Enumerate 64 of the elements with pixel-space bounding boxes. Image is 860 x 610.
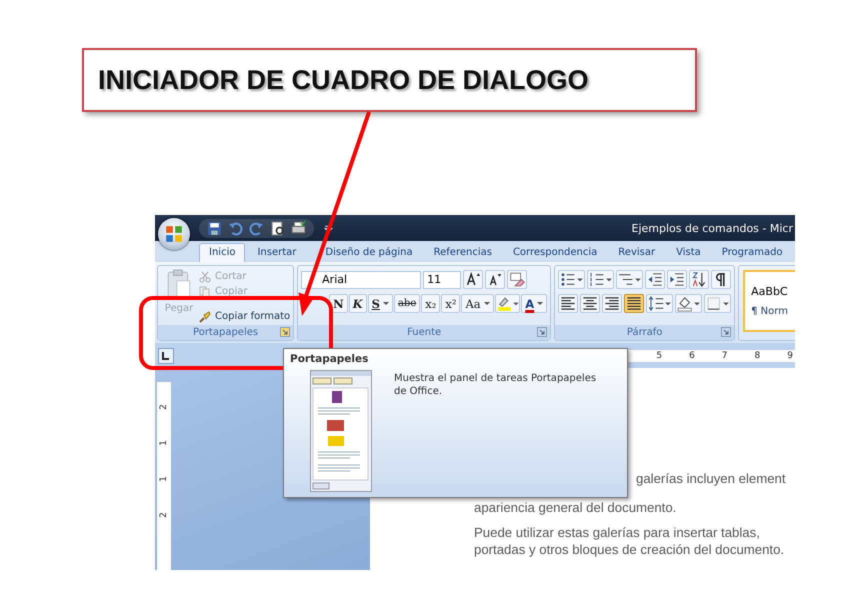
clear-formatting-icon[interactable] [507,270,528,289]
undo-icon[interactable] [228,220,243,236]
clipboard-command[interactable]: Copiar formato [199,309,290,324]
pilcrow-icon[interactable] [711,270,732,289]
decrease-indent-icon[interactable] [645,270,666,289]
office-logo-icon [165,225,183,243]
ribbon-tab[interactable]: Diseño de página [316,244,422,262]
ribbon-tab[interactable]: Inicio [199,243,246,262]
grow-font-icon[interactable] [463,270,484,289]
format-button[interactable]: abe [394,294,420,313]
highlighter-icon[interactable] [494,294,520,313]
scissors-icon [199,270,211,282]
ribbon-tab[interactable]: Referencias [424,244,501,262]
format-button[interactable]: S [368,294,393,313]
style-gallery-item[interactable]: AaBbC ¶ Norm [743,270,795,332]
ribbon-tab[interactable]: Correspondencia [504,244,606,262]
ribbon-tab[interactable]: Revisar [609,244,664,262]
document-text: Puede utilizar estas galerías para insertar tablas, [474,525,761,540]
alignment-button[interactable] [624,294,644,313]
document-text: apariencia general del documento. [474,499,678,515]
font-name-field[interactable]: Arial [301,270,422,288]
clipboard-icon [166,269,192,299]
font-color-button[interactable]: A [521,294,548,313]
group-label: Portapapeles [193,327,258,338]
format-button[interactable]: Aa [461,294,494,313]
alignment-button[interactable] [602,294,622,313]
window-title: Ejemplos de comandos - Micr [632,222,794,234]
font-size-field[interactable]: 11 [423,270,462,288]
document-text: galerías incluyen element [635,471,787,486]
borders-icon[interactable] [704,294,732,313]
copy-icon [199,286,211,298]
sort-icon[interactable] [689,270,710,289]
group-label: Fuente [407,327,442,338]
ribbon-tab[interactable]: Insertar [248,244,306,262]
format-button[interactable]: x₂ [421,294,440,313]
line-spacing-icon[interactable] [646,294,674,313]
ribbon-tab[interactable]: Programado [712,244,792,262]
save-icon[interactable] [207,220,222,236]
tooltip-description: Muestra el panel de tareas Portapapeles de Office. [394,372,598,399]
alignment-button[interactable] [580,294,600,313]
multilevel-list-icon[interactable] [616,270,644,289]
document-text: portadas y otros bloques de creación del documento. [474,542,786,557]
customize-caret-icon[interactable] [324,224,333,232]
alignment-button[interactable] [558,294,578,313]
bullet-list-icon[interactable] [558,270,586,289]
shading-icon[interactable] [675,294,702,313]
tooltip-title: Portapapeles [290,353,368,365]
numbered-list-icon[interactable] [587,270,614,289]
dialog-launcher-icon[interactable] [721,327,732,337]
print-preview-icon[interactable] [270,220,285,236]
ribbon-tab[interactable]: Vista [667,244,710,262]
callout-label: INICIADOR DE CUADRO DE DIALOGO [82,48,697,112]
redo-icon[interactable] [249,220,264,236]
paintbrush-icon [199,310,211,322]
dialog-launcher-icon[interactable] [280,327,290,337]
print-icon[interactable] [291,220,306,236]
dialog-launcher-icon[interactable] [537,327,548,337]
vertical-ruler: 2 1 1 2 [157,382,171,570]
format-button[interactable]: K [348,294,367,313]
tab-selector-icon[interactable] [158,348,174,364]
increase-indent-icon[interactable] [667,270,688,289]
group-label: Párrafo [626,327,662,338]
shrink-font-icon[interactable] [485,270,506,289]
format-button[interactable]: x² [441,294,460,313]
